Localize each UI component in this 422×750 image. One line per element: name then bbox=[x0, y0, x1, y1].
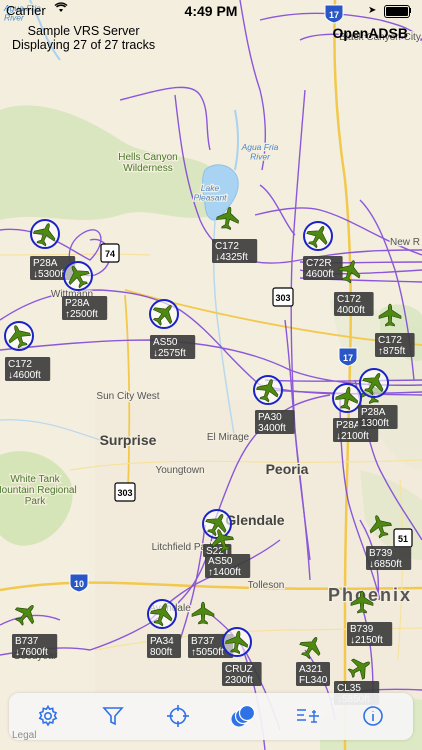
layers-button[interactable] bbox=[228, 701, 258, 731]
aircraft-type: C172 bbox=[337, 294, 361, 305]
aircraft-type: P28A bbox=[65, 298, 90, 309]
aircraft-type: B739 bbox=[350, 624, 374, 635]
road-shield: 17 bbox=[338, 347, 358, 367]
svg-text:74: 74 bbox=[105, 249, 115, 259]
svg-text:303: 303 bbox=[117, 488, 132, 498]
svg-text:10: 10 bbox=[74, 579, 84, 589]
crosshair-icon bbox=[167, 705, 189, 727]
aircraft-type: P28A bbox=[336, 420, 361, 431]
battery-icon bbox=[384, 5, 410, 18]
aircraft-marker[interactable]: S22T bbox=[202, 509, 232, 557]
svg-text:303: 303 bbox=[275, 293, 290, 303]
track-style-icon bbox=[297, 709, 319, 723]
place-label: New R bbox=[390, 237, 420, 248]
locate-button[interactable] bbox=[163, 701, 193, 731]
location-arrow-icon: ➤ bbox=[368, 5, 377, 16]
aircraft-altitude: ↓7600ft bbox=[15, 647, 48, 658]
aircraft-marker[interactable] bbox=[359, 368, 389, 398]
aircraft-altitude: ↓2575ft bbox=[153, 348, 186, 359]
legal-link[interactable]: Legal bbox=[12, 730, 36, 741]
aircraft-type: B739 bbox=[369, 548, 393, 559]
aircraft-type: P28A bbox=[33, 258, 58, 269]
aircraft-type: C172 bbox=[215, 241, 239, 252]
place-label: El Mirage bbox=[207, 432, 250, 443]
filter-button[interactable] bbox=[98, 701, 128, 731]
aircraft-type: B737 bbox=[191, 636, 215, 647]
aircraft-altitude: 1300ft bbox=[361, 418, 389, 429]
aircraft-altitude: ↓5300ft bbox=[33, 269, 66, 280]
aircraft-altitude: ↑1400ft bbox=[208, 567, 241, 578]
aircraft-altitude: ↓6850ft bbox=[369, 559, 402, 570]
svg-text:51: 51 bbox=[398, 534, 408, 544]
battery-tip bbox=[409, 8, 411, 13]
svg-text:17: 17 bbox=[343, 353, 353, 363]
aircraft-altitude: ↑2500ft bbox=[65, 309, 98, 320]
aircraft-altitude: ↓4600ft bbox=[8, 370, 41, 381]
aircraft-altitude: ↓4325ft bbox=[215, 252, 248, 263]
aircraft-type: PA34 bbox=[150, 636, 174, 647]
aircraft-type: C72R bbox=[306, 258, 332, 269]
aircraft-altitude: 3400ft bbox=[258, 423, 286, 434]
aircraft-altitude: ↓2150ft bbox=[350, 635, 383, 646]
aircraft-type: C172 bbox=[378, 335, 402, 346]
server-name: Sample VRS Server bbox=[27, 24, 140, 38]
road-shield: 10 bbox=[69, 573, 89, 593]
bottom-toolbar bbox=[9, 693, 413, 740]
road-shield: 303 bbox=[114, 482, 136, 502]
settings-button[interactable] bbox=[33, 701, 63, 731]
aircraft-type: A321 bbox=[299, 664, 323, 675]
place-label: Tolleson bbox=[248, 580, 285, 591]
road-shield: 303 bbox=[272, 287, 294, 307]
track-style-button[interactable] bbox=[293, 701, 323, 731]
aircraft-altitude: ↓2100ft bbox=[336, 431, 369, 442]
aircraft-altitude: 4000ft bbox=[337, 305, 365, 316]
map-canvas[interactable]: Agua Fria RiverLake PleasantHells Canyon Wi… bbox=[0, 0, 422, 750]
clock: 4:49 PM bbox=[184, 3, 238, 19]
road-shield: 74 bbox=[100, 243, 120, 263]
aircraft-type: PA30 bbox=[258, 412, 282, 423]
aircraft-type: CRUZ bbox=[225, 664, 253, 675]
aircraft-type: C172 bbox=[8, 359, 32, 370]
place-label: Hells Canyon Wilderness bbox=[118, 152, 177, 174]
aircraft-altitude: ↑875ft bbox=[378, 346, 405, 357]
place-label: Youngtown bbox=[155, 465, 204, 476]
info-icon bbox=[363, 706, 383, 726]
aircraft-type: B737 bbox=[15, 636, 39, 647]
filter-icon bbox=[102, 707, 124, 726]
gear-icon bbox=[38, 704, 58, 727]
layers-icon bbox=[231, 704, 256, 727]
road-shield: 51 bbox=[393, 528, 413, 548]
aircraft-altitude: 800ft bbox=[150, 647, 172, 658]
aircraft-type: AS50 bbox=[208, 556, 233, 567]
track-info: Sample VRS Server Displaying 27 of 27 tr… bbox=[12, 24, 155, 52]
aircraft-type: AS50 bbox=[153, 337, 178, 348]
tracks-count: Displaying 27 of 27 tracks bbox=[12, 38, 156, 52]
place-label: Glendale bbox=[225, 512, 284, 528]
status-bar: Carrier 4:49 PM ➤ bbox=[0, 0, 422, 22]
place-label: Peoria bbox=[266, 461, 309, 477]
aircraft-altitude: ↑5050ft bbox=[191, 647, 224, 658]
place-label: Surprise bbox=[100, 432, 157, 448]
place-label: Sun City West bbox=[96, 391, 159, 402]
info-button[interactable] bbox=[358, 701, 388, 731]
data-source-label: OpenADSB bbox=[332, 25, 408, 41]
aircraft-altitude: 2300ft bbox=[225, 675, 253, 686]
aircraft-type: P28A bbox=[361, 407, 386, 418]
aircraft-altitude: FL340 bbox=[299, 675, 328, 686]
aircraft-altitude: 4600ft bbox=[306, 269, 334, 280]
